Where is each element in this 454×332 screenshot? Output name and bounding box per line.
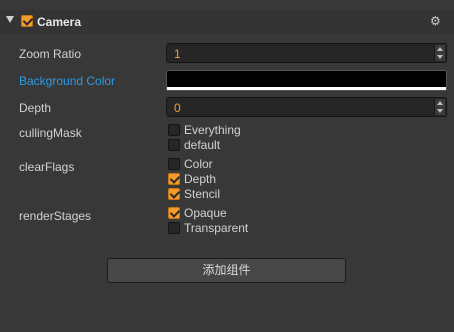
depth-stepper[interactable] [434,99,445,115]
zoom-ratio-value[interactable]: 1 [174,47,181,61]
triangle-down-icon[interactable] [6,16,14,23]
zoom-ratio-stepper[interactable] [434,45,445,61]
zoom-ratio-label: Zoom Ratio [19,47,82,61]
culling-everything-checkbox[interactable] [168,124,180,136]
clear-color-checkbox[interactable] [168,158,180,170]
depth-label: Depth [19,101,52,115]
inspector-panel: Camera ⚙ Zoom Ratio 1 Background Color D… [0,0,454,332]
alpha-bar [167,87,446,90]
stepper-up-icon[interactable] [437,101,443,105]
culling-mask-label: cullingMask [19,126,82,140]
component-title: Camera [37,15,82,29]
component-header[interactable]: Camera ⚙ [0,10,454,34]
clear-depth-label[interactable]: Depth [184,172,216,186]
zoom-ratio-field[interactable]: 1 [166,43,447,63]
culling-default-checkbox[interactable] [168,139,180,151]
depth-value[interactable]: 0 [174,101,181,115]
render-opaque-checkbox[interactable] [168,207,180,219]
stepper-up-icon[interactable] [437,47,443,51]
stepper-down-icon[interactable] [437,55,443,59]
depth-field[interactable]: 0 [166,97,447,117]
render-transparent-checkbox[interactable] [168,222,180,234]
culling-default-label[interactable]: default [184,138,220,152]
culling-everything-label[interactable]: Everything [184,123,241,137]
stepper-down-icon[interactable] [437,109,443,113]
component-enabled-checkbox[interactable] [21,15,33,27]
render-opaque-label[interactable]: Opaque [184,206,227,220]
clear-color-label[interactable]: Color [184,157,213,171]
clear-depth-checkbox[interactable] [168,173,180,185]
render-transparent-label[interactable]: Transparent [184,221,248,235]
clear-flags-label: clearFlags [19,160,75,174]
background-color-label: Background Color [19,74,116,88]
gear-icon[interactable]: ⚙ [430,14,441,28]
background-color-swatch[interactable] [166,70,447,91]
add-component-button[interactable]: 添加组件 [107,258,346,283]
clear-stencil-label[interactable]: Stencil [184,187,220,201]
render-stages-label: renderStages [19,209,92,223]
clear-stencil-checkbox[interactable] [168,188,180,200]
